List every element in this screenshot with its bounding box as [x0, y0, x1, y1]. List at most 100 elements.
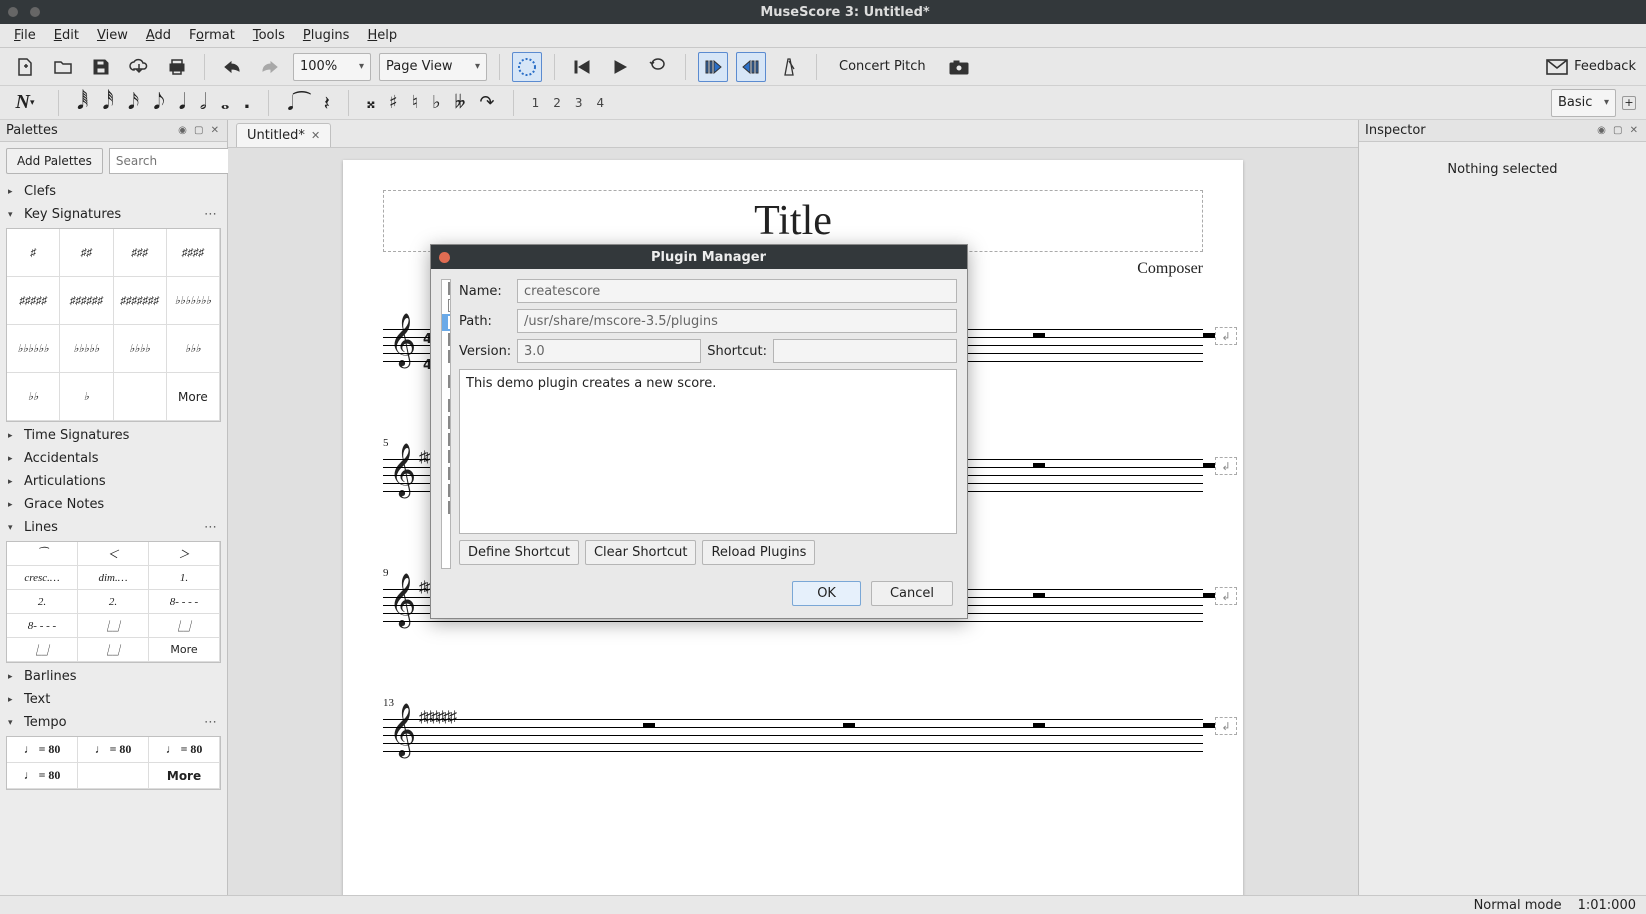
lines-cell[interactable]: ⎿⏌ [149, 614, 220, 638]
plugin-row-colornotes[interactable]: colornotes [442, 297, 451, 314]
lines-more-button[interactable]: More [149, 638, 220, 662]
plugin-checkbox[interactable] [448, 484, 450, 497]
tempo-cell[interactable]: ♩ = 80 [78, 737, 149, 763]
plugin-row-notenames-interactive[interactable]: notenames-interactive [442, 365, 451, 397]
menu-plugins[interactable]: Plugins [295, 26, 358, 45]
reload-plugins-button[interactable]: Reload Plugins [702, 540, 815, 565]
workspace-combo[interactable]: Basic ▾ [1551, 89, 1616, 117]
loop-out-button[interactable] [736, 52, 766, 82]
dialog-close-icon[interactable] [439, 252, 450, 263]
natural-icon[interactable]: ♮ [412, 92, 418, 113]
palette-section-barlines[interactable]: ▸Barlines [0, 665, 227, 688]
flip-icon[interactable]: ↷ [480, 92, 495, 113]
palette-section-timesigs[interactable]: ▸Time Signatures [0, 424, 227, 447]
loop-in-button[interactable] [698, 52, 728, 82]
append-frame-handle[interactable]: ↲ [1215, 457, 1237, 475]
new-score-button[interactable] [10, 52, 40, 82]
plugin-row-notenames[interactable]: notenames [442, 348, 451, 365]
lines-cell[interactable]: cresc.… [7, 566, 78, 590]
append-frame-handle[interactable]: ↲ [1215, 717, 1237, 735]
plugin-row-helloqml[interactable]: helloqml [442, 331, 451, 348]
plugin-checkbox[interactable] [448, 399, 450, 412]
palette-section-accidentals[interactable]: ▸Accidentals [0, 447, 227, 470]
close-tab-icon[interactable]: ✕ [311, 129, 320, 142]
keysig-cell[interactable]: ♭♭♭♭♭♭ [7, 325, 60, 373]
keysig-cell[interactable]: ♭ [60, 373, 113, 421]
duration-8th-icon[interactable]: 𝅘𝅥𝅮 [153, 90, 164, 115]
plugin-checkbox[interactable] [448, 282, 450, 295]
tempo-more-button[interactable]: More [149, 763, 220, 789]
lines-cell[interactable]: dim.… [78, 566, 149, 590]
voice-1-button[interactable]: 1 [532, 96, 540, 110]
add-palettes-button[interactable]: Add Palettes [6, 148, 103, 174]
flat2-icon[interactable]: 𝄫 [455, 92, 466, 113]
duration-half-icon[interactable]: 𝅗𝅥 [200, 90, 207, 115]
palette-section-articulations[interactable]: ▸Articulations [0, 470, 227, 493]
plugin-checkbox[interactable] [448, 467, 450, 480]
plugin-row-random[interactable]: random [442, 414, 451, 431]
menu-file[interactable]: File [6, 26, 44, 45]
plugin-checkbox[interactable] [448, 433, 450, 446]
menu-format[interactable]: Format [181, 26, 243, 45]
palette-section-tempo[interactable]: ▾Tempo⋯ [0, 711, 227, 734]
duration-64th-icon[interactable]: 𝅘𝅥𝅱 [77, 90, 88, 115]
tempo-cell[interactable]: ♩ = 80 [149, 737, 220, 763]
dialog-titlebar[interactable]: Plugin Manager [431, 245, 967, 269]
keysig-cell[interactable]: ♯♯♯♯♯♯ [60, 277, 113, 325]
sharp2-icon[interactable]: 𝄪 [367, 92, 375, 113]
staff-system[interactable]: 13𝄞♯♯♯♯♯♯↲ [383, 688, 1203, 778]
tie-icon[interactable]: 𝅘𝅥⁀ [287, 91, 309, 115]
zoom-combo[interactable]: 100% ▾ [293, 53, 371, 81]
keysig-cell[interactable] [114, 373, 167, 421]
lines-cell[interactable]: 2. [7, 590, 78, 614]
plugin-checkbox[interactable] [448, 333, 450, 346]
keysig-cell[interactable]: ♭♭♭♭♭♭♭ [167, 277, 220, 325]
keysig-cell[interactable]: ♭♭ [7, 373, 60, 421]
tempo-cell[interactable]: ♩ = 80 [7, 763, 78, 789]
cancel-button[interactable]: Cancel [871, 581, 953, 606]
voice-3-button[interactable]: 3 [575, 96, 583, 110]
keysig-cell[interactable]: ♭♭♭♭ [114, 325, 167, 373]
panel-controls-icon[interactable]: ◉ ▢ ✕ [1597, 125, 1640, 136]
panel-controls-icon[interactable]: ◉ ▢ ✕ [178, 125, 221, 136]
menu-help[interactable]: Help [359, 26, 405, 45]
plugin-checkbox[interactable] [448, 501, 450, 514]
menu-tools[interactable]: Tools [245, 26, 293, 45]
camera-button[interactable] [944, 52, 974, 82]
save-button[interactable] [86, 52, 116, 82]
lines-cell[interactable]: 1. [149, 566, 220, 590]
cloud-button[interactable] [124, 52, 154, 82]
plugin-shortcut-field[interactable] [773, 339, 957, 363]
voice-4-button[interactable]: 4 [597, 96, 605, 110]
title-frame[interactable]: Title [383, 190, 1203, 252]
plugin-checkbox[interactable] [448, 450, 450, 463]
plugin-row-run[interactable]: run [442, 448, 451, 465]
keysig-cell[interactable]: ♯♯♯♯ [167, 229, 220, 277]
lines-cell[interactable]: 8- - - - [149, 590, 220, 614]
lines-cell[interactable]: ⎿⏌ [78, 638, 149, 662]
flat-icon[interactable]: ♭ [432, 92, 441, 113]
palette-section-gracenotes[interactable]: ▸Grace Notes [0, 493, 227, 516]
palette-section-text[interactable]: ▸Text [0, 688, 227, 711]
add-workspace-button[interactable]: + [1622, 96, 1636, 110]
voice-2-button[interactable]: 2 [553, 96, 561, 110]
plugin-checkbox[interactable] [448, 350, 450, 363]
note-input-mode-button[interactable]: N▾ [10, 88, 40, 118]
plugin-row-view[interactable]: view [442, 482, 451, 499]
plugin-row-createscore[interactable]: createscore [442, 314, 451, 331]
plugin-checkbox[interactable] [448, 375, 450, 388]
keysig-cell[interactable]: ♯♯♯♯♯ [7, 277, 60, 325]
lines-cell[interactable]: ⁀ [7, 542, 78, 566]
plugin-version-field[interactable] [517, 339, 701, 363]
menu-add[interactable]: Add [138, 26, 179, 45]
palette-section-clefs[interactable]: ▸Clefs [0, 180, 227, 203]
keysig-cell[interactable]: ♯♯♯♯♯♯♯ [114, 277, 167, 325]
keysig-more-button[interactable]: More [167, 373, 220, 421]
palette-section-keysigs[interactable]: ▾Key Signatures⋯ [0, 203, 227, 226]
open-button[interactable] [48, 52, 78, 82]
keysig-cell[interactable]: ♭♭♭♭♭ [60, 325, 113, 373]
plugin-row-walk[interactable]: walk [442, 499, 451, 516]
play-button[interactable] [605, 52, 635, 82]
tempo-cell[interactable] [78, 763, 149, 789]
document-tab[interactable]: Untitled* ✕ [236, 123, 331, 147]
